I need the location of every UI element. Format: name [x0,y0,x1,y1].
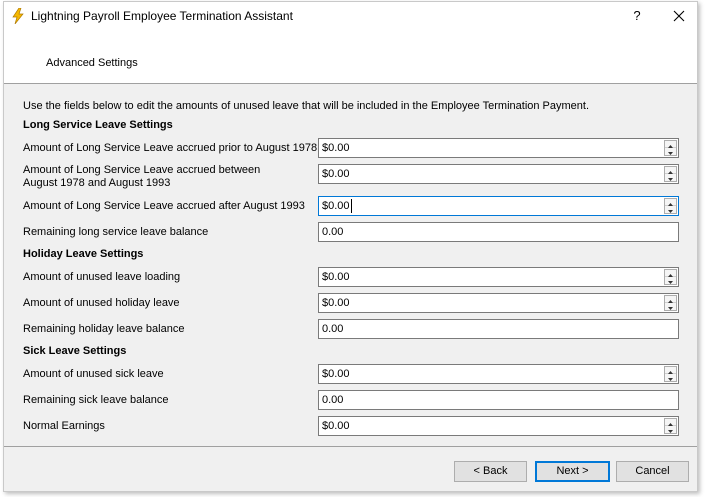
spinner[interactable] [664,418,677,434]
holiday-leave-field[interactable]: $0.00 [318,293,679,313]
sick-remaining-field[interactable]: 0.00 [318,390,679,410]
spin-up-icon[interactable] [665,296,676,303]
section-heading-long-service: Long Service Leave Settings [23,119,173,131]
lsl-between-field[interactable]: $0.00 [318,164,679,184]
cancel-button[interactable]: Cancel [616,461,689,482]
leave-loading-field[interactable]: $0.00 [318,267,679,287]
label-leave-loading: Amount of unused leave loading [23,271,181,283]
close-icon[interactable] [668,6,690,26]
section-heading-holiday: Holiday Leave Settings [23,248,144,260]
spinner[interactable] [664,198,677,214]
spin-down-icon[interactable] [665,374,676,381]
spinner[interactable] [664,295,677,311]
spin-down-icon[interactable] [665,206,676,213]
field-value: $0.00 [322,200,350,212]
text-caret [351,199,352,213]
spin-up-icon[interactable] [665,367,676,374]
label-lsl-remaining: Remaining long service leave balance [23,226,209,238]
spin-down-icon[interactable] [665,174,676,181]
back-button[interactable]: < Back [454,461,527,482]
lsl-prior-1978-field[interactable]: $0.00 [318,138,679,158]
spinner[interactable] [664,269,677,285]
footer-divider [4,446,697,447]
label-lsl-after-1993: Amount of Long Service Leave accrued aft… [23,200,305,212]
label-lsl-between-line2: August 1978 and August 1993 [23,177,171,189]
lsl-remaining-field[interactable]: 0.00 [318,222,679,242]
label-holiday-remaining: Remaining holiday leave balance [23,323,185,335]
field-value: 0.00 [322,394,344,406]
spin-up-icon[interactable] [665,270,676,277]
help-button[interactable]: ? [626,6,648,26]
spinner[interactable] [664,366,677,382]
section-heading-sick: Sick Leave Settings [23,345,127,357]
field-value: $0.00 [322,420,350,432]
spin-down-icon[interactable] [665,303,676,310]
label-holiday-leave: Amount of unused holiday leave [23,297,180,309]
label-lsl-prior-1978: Amount of Long Service Leave accrued pri… [23,142,318,154]
field-value: $0.00 [322,368,350,380]
spin-down-icon[interactable] [665,148,676,155]
sick-leave-field[interactable]: $0.00 [318,364,679,384]
spin-up-icon[interactable] [665,167,676,174]
spinner[interactable] [664,166,677,182]
dialog-window: Lightning Payroll Employee Termination A… [3,1,698,492]
title-bar: Lightning Payroll Employee Termination A… [4,2,697,30]
field-value: $0.00 [322,271,350,283]
lsl-after-1993-field[interactable]: $0.00 [318,196,679,216]
field-value: $0.00 [322,168,350,180]
field-value: $0.00 [322,142,350,154]
label-sick-remaining: Remaining sick leave balance [23,394,169,406]
field-value: 0.00 [322,226,344,238]
spin-up-icon[interactable] [665,199,676,206]
wizard-header: Advanced Settings [4,30,697,84]
lightning-bolt-icon [12,7,24,25]
label-sick-leave: Amount of unused sick leave [23,368,164,380]
label-lsl-between: Amount of Long Service Leave accrued bet… [23,164,261,176]
field-value: $0.00 [322,297,350,309]
intro-text: Use the fields below to edit the amounts… [23,100,590,112]
field-value: 0.00 [322,323,344,335]
spinner[interactable] [664,140,677,156]
settings-form: Use the fields below to edit the amounts… [4,85,697,445]
spin-down-icon[interactable] [665,426,676,433]
page-title: Advanced Settings [46,57,138,69]
normal-earnings-field[interactable]: $0.00 [318,416,679,436]
holiday-remaining-field[interactable]: 0.00 [318,319,679,339]
spin-up-icon[interactable] [665,419,676,426]
window-title: Lightning Payroll Employee Termination A… [31,9,293,23]
label-normal-earnings: Normal Earnings [23,420,105,432]
next-button[interactable]: Next > [535,461,610,482]
spin-up-icon[interactable] [665,141,676,148]
spin-down-icon[interactable] [665,277,676,284]
